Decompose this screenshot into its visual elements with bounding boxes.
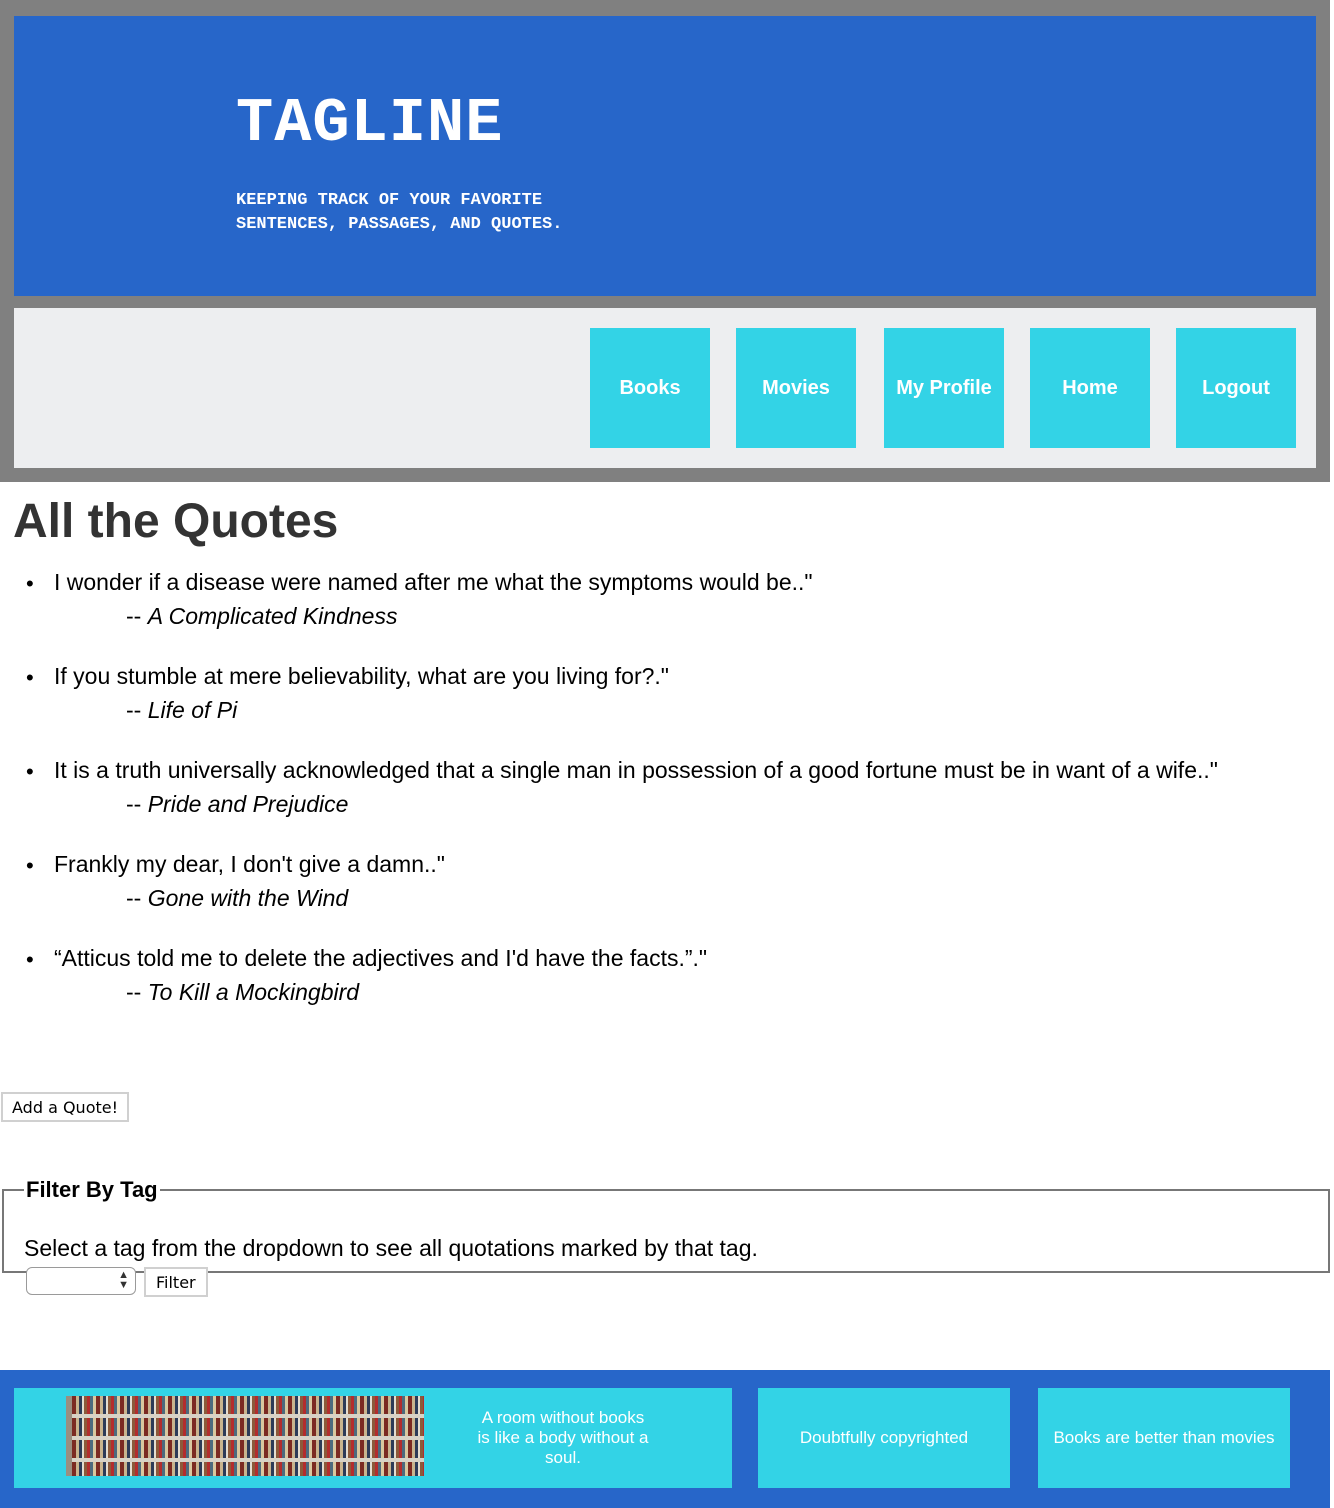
bookshelf-image	[66, 1396, 424, 1476]
bullet-icon: •	[26, 853, 34, 878]
filter-button[interactable]: Filter	[144, 1267, 208, 1297]
quote-text: It is a truth universally acknowledged t…	[54, 757, 1218, 783]
footer-copyright: Doubtfully copyrighted	[758, 1388, 1010, 1488]
tag-select[interactable]: ▲ ▼	[26, 1267, 136, 1295]
nav-books-button[interactable]: Books	[590, 328, 710, 448]
quote-item: • If you stumble at mere believability, …	[0, 660, 1330, 754]
quote-source: -- A Complicated Kindness	[126, 600, 397, 632]
quote-text: Frankly my dear, I don't give a damn.."	[54, 851, 445, 877]
site-subtitle: KEEPING TRACK OF YOUR FAVORITE SENTENCES…	[236, 191, 563, 234]
source-title: Life of Pi	[147, 697, 238, 723]
add-quote-button[interactable]: Add a Quote!	[1, 1092, 130, 1122]
quote-source: -- Life of Pi	[126, 694, 237, 726]
footer-motto: Books are better than movies	[1038, 1388, 1290, 1488]
quote-text: “Atticus told me to delete the adjective…	[54, 945, 708, 971]
navbar: Books Movies My Profile Home Logout	[14, 308, 1316, 468]
header-frame: TAGLINE KEEPING TRACK OF YOUR FAVORITE S…	[0, 0, 1330, 482]
bullet-icon: •	[26, 665, 34, 690]
footer-quote: A room without books is like a body with…	[477, 1408, 649, 1467]
bullet-icon: •	[26, 571, 34, 596]
quote-item: • Frankly my dear, I don't give a damn..…	[0, 848, 1330, 942]
quote-item: • I wonder if a disease were named after…	[0, 566, 1330, 660]
source-title: To Kill a Mockingbird	[147, 979, 360, 1005]
filter-legend: Filter By Tag	[26, 1177, 158, 1202]
source-prefix: --	[126, 697, 148, 723]
quote-source: -- To Kill a Mockingbird	[126, 976, 359, 1008]
quote-text: If you stumble at mere believability, wh…	[54, 663, 669, 689]
page-title: All the Quotes	[13, 495, 339, 548]
filter-fieldset: Filter By Tag Select a tag from the drop…	[2, 1177, 1330, 1297]
quote-item: • “Atticus told me to delete the adjecti…	[0, 942, 1330, 1036]
quote-text: I wonder if a disease were named after m…	[54, 569, 813, 595]
source-title: Gone with the Wind	[147, 885, 349, 911]
source-prefix: --	[126, 979, 148, 1005]
nav-my-profile-button[interactable]: My Profile	[884, 328, 1004, 448]
quote-item: • It is a truth universally acknowledged…	[0, 754, 1330, 848]
source-prefix: --	[126, 603, 148, 629]
nav-movies-button[interactable]: Movies	[736, 328, 856, 448]
quote-source: -- Gone with the Wind	[126, 882, 348, 914]
source-title: A Complicated Kindness	[147, 603, 398, 629]
bullet-icon: •	[26, 759, 34, 784]
nav-home-button[interactable]: Home	[1030, 328, 1150, 448]
source-prefix: --	[126, 885, 148, 911]
banner: TAGLINE KEEPING TRACK OF YOUR FAVORITE S…	[14, 16, 1316, 296]
filter-hint: Select a tag from the dropdown to see al…	[24, 1235, 758, 1261]
footer: A room without books is like a body with…	[0, 1370, 1330, 1508]
bullet-icon: •	[26, 947, 34, 972]
source-prefix: --	[126, 791, 148, 817]
site-title: TAGLINE	[236, 88, 504, 159]
select-arrows-icon: ▲ ▼	[118, 1269, 129, 1291]
footer-quote-box: A room without books is like a body with…	[14, 1388, 732, 1488]
quote-source: -- Pride and Prejudice	[126, 788, 348, 820]
quote-list: • I wonder if a disease were named after…	[0, 566, 1330, 1036]
source-title: Pride and Prejudice	[147, 791, 349, 817]
nav-logout-button[interactable]: Logout	[1176, 328, 1296, 448]
